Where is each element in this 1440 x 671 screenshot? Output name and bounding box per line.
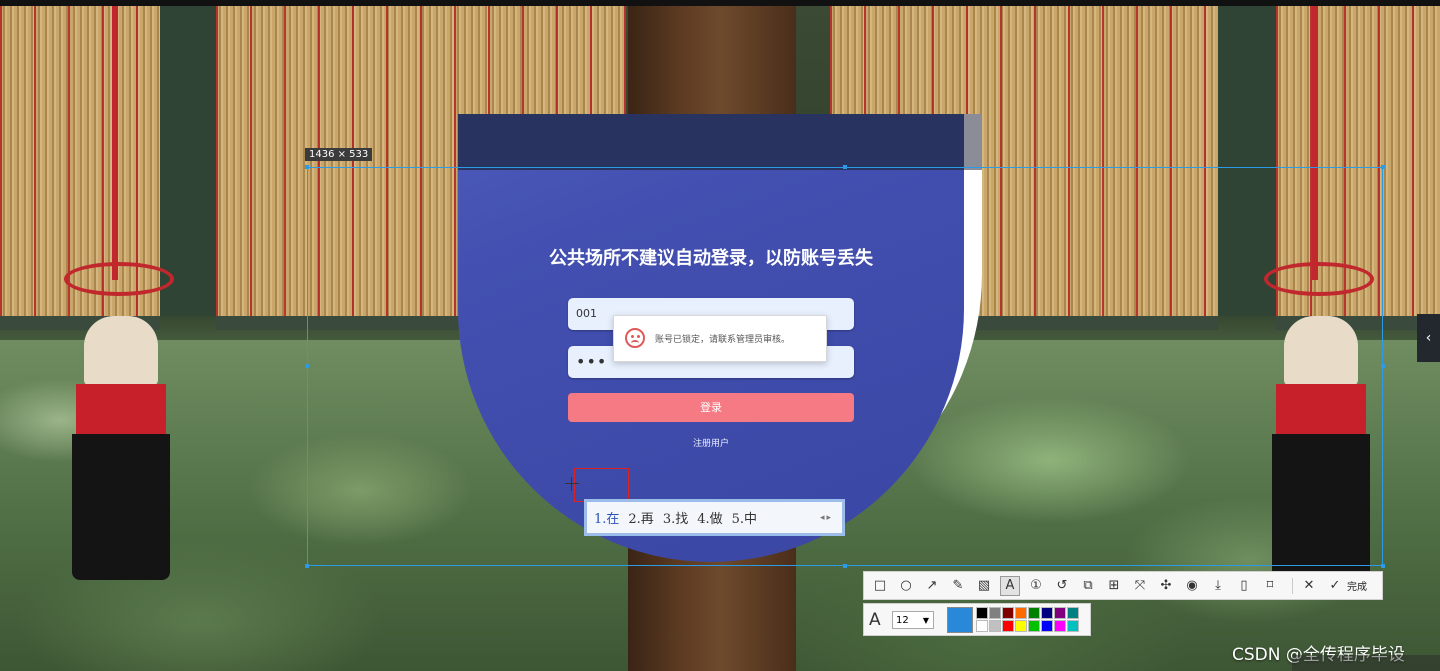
top-edge bbox=[0, 0, 1440, 6]
color-swatch[interactable] bbox=[976, 620, 988, 632]
resize-handle[interactable] bbox=[305, 364, 309, 368]
drawn-rectangle-annotation[interactable] bbox=[574, 468, 629, 502]
color-swatch[interactable] bbox=[1054, 620, 1066, 632]
color-swatch[interactable] bbox=[1067, 620, 1079, 632]
app-header-band bbox=[458, 114, 964, 170]
ime-candidate[interactable]: 5.中 bbox=[732, 508, 757, 527]
chevron-left-icon[interactable]: ‹ bbox=[1417, 314, 1440, 362]
color-swatch[interactable] bbox=[1028, 607, 1040, 619]
scroll-capture-icon[interactable]: ⤧ bbox=[1130, 576, 1150, 596]
bookmark-icon[interactable]: ⌑ bbox=[1260, 576, 1280, 596]
ellipse-icon[interactable]: ○ bbox=[896, 576, 916, 596]
color-swatch[interactable] bbox=[1054, 607, 1066, 619]
capture-toolbar: □ ○ ↗ ✎ ▧ A ① ↺ ⧉ ⊞ ⤧ ✣ ◉ ⤓ ▯ ⌑ ✕ ✓ 完成 bbox=[863, 571, 1383, 600]
translate-icon[interactable]: ⊞ bbox=[1104, 576, 1124, 596]
color-swatch[interactable] bbox=[976, 607, 988, 619]
current-color-swatch[interactable] bbox=[947, 607, 973, 633]
pin-icon[interactable]: ✣ bbox=[1156, 576, 1176, 596]
color-swatch[interactable] bbox=[1002, 607, 1014, 619]
color-swatch[interactable] bbox=[1015, 620, 1027, 632]
taskbar-fragment bbox=[1292, 655, 1440, 671]
ocr-icon[interactable]: ⧉ bbox=[1078, 576, 1098, 596]
number-marker-icon[interactable]: ① bbox=[1026, 576, 1046, 596]
color-swatch[interactable] bbox=[1041, 620, 1053, 632]
color-swatch[interactable] bbox=[1002, 620, 1014, 632]
rectangle-icon[interactable]: □ bbox=[870, 576, 890, 596]
text-icon[interactable]: A bbox=[1000, 575, 1020, 596]
ime-page-arrows-icon[interactable]: ◂▸ bbox=[820, 513, 833, 523]
color-swatch[interactable] bbox=[1067, 607, 1079, 619]
pencil-icon[interactable]: ✎ bbox=[948, 576, 968, 596]
font-size-value: 12 bbox=[896, 615, 909, 626]
color-swatch[interactable] bbox=[1041, 607, 1053, 619]
toolbar-divider bbox=[1292, 577, 1293, 594]
ime-candidate[interactable]: 3.找 bbox=[663, 508, 688, 527]
crosshair-cursor-icon bbox=[565, 477, 579, 491]
font-size-select[interactable]: 12 ▼ bbox=[892, 611, 934, 629]
resize-handle[interactable] bbox=[843, 165, 847, 169]
close-icon[interactable]: ✕ bbox=[1299, 576, 1319, 596]
mosaic-icon[interactable]: ▧ bbox=[974, 576, 994, 596]
capture-selection-rect[interactable] bbox=[307, 167, 1383, 566]
ime-candidate-window: 1.在 2.再 3.找 4.做 5.中 ◂▸ bbox=[584, 499, 845, 536]
color-palette bbox=[976, 607, 1079, 632]
ime-candidate[interactable]: 4.做 bbox=[697, 508, 722, 527]
resize-handle[interactable] bbox=[1381, 165, 1385, 169]
checkmark-icon[interactable]: ✓ bbox=[1325, 576, 1345, 596]
resize-handle[interactable] bbox=[843, 564, 847, 568]
color-swatch[interactable] bbox=[1028, 620, 1040, 632]
resize-handle[interactable] bbox=[305, 564, 309, 568]
done-button[interactable]: 完成 bbox=[1347, 578, 1367, 593]
record-icon[interactable]: ◉ bbox=[1182, 576, 1202, 596]
color-swatch[interactable] bbox=[1015, 607, 1027, 619]
arrow-icon[interactable]: ↗ bbox=[922, 576, 942, 596]
ime-candidate[interactable]: 2.再 bbox=[628, 508, 653, 527]
download-icon[interactable]: ⤓ bbox=[1208, 576, 1228, 596]
dropdown-arrow-icon: ▼ bbox=[922, 616, 929, 625]
color-swatch[interactable] bbox=[989, 607, 1001, 619]
text-options-toolbar: A 12 ▼ bbox=[863, 603, 1091, 636]
app-scrollbar-strip bbox=[964, 114, 982, 170]
font-size-icon: A bbox=[869, 610, 881, 630]
color-swatch[interactable] bbox=[989, 620, 1001, 632]
undo-icon[interactable]: ↺ bbox=[1052, 576, 1072, 596]
selection-size-label: 1436 × 533 bbox=[305, 148, 373, 161]
resize-handle[interactable] bbox=[1381, 564, 1385, 568]
resize-handle[interactable] bbox=[305, 165, 309, 169]
ime-candidate[interactable]: 1.在 bbox=[594, 508, 619, 527]
ime-candidate-list: 1.在 2.再 3.找 4.做 5.中 ◂▸ bbox=[587, 502, 842, 533]
tassel-left bbox=[50, 0, 190, 590]
resize-handle[interactable] bbox=[1381, 364, 1385, 368]
phone-icon[interactable]: ▯ bbox=[1234, 576, 1254, 596]
